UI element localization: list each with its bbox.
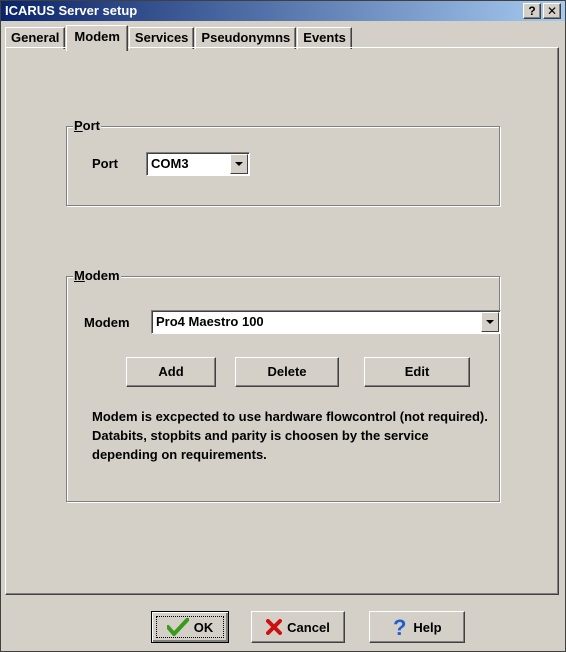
delete-modem-button[interactable]: Delete — [235, 357, 339, 387]
tab-panel: Port Port COM3 Modem Modem Pro4 Maestro … — [5, 47, 559, 595]
help-button-label: Help — [413, 619, 442, 635]
help-question-icon: ? — [392, 616, 408, 638]
port-group-legend: Port — [73, 118, 102, 134]
modem-label: Modem — [84, 315, 130, 330]
svg-text:?: ? — [393, 616, 406, 638]
cancel-button[interactable]: Cancel — [251, 611, 345, 643]
cancel-button-label: Cancel — [287, 619, 330, 635]
chevron-down-icon[interactable] — [230, 154, 248, 174]
tab-general[interactable]: General — [5, 27, 66, 49]
port-select[interactable]: COM3 — [146, 152, 250, 176]
modem-note: Modem is excpected to use hardware flowc… — [92, 409, 488, 462]
question-icon: ? — [528, 4, 536, 18]
modem-select-value: Pro4 Maestro 100 — [156, 314, 264, 329]
help-title-button[interactable]: ? — [523, 3, 541, 19]
tab-strip: General Modem Services Pseudonymns Event… — [5, 23, 353, 51]
edit-modem-button[interactable]: Edit — [364, 357, 470, 387]
title-bar[interactable]: ICARUS Server setup ? ✕ — [1, 1, 565, 21]
tab-services[interactable]: Services — [128, 27, 195, 49]
modem-group-legend: Modem — [73, 268, 121, 284]
tab-modem[interactable]: Modem — [66, 25, 128, 51]
modem-select[interactable]: Pro4 Maestro 100 — [151, 310, 501, 334]
tab-pseudonymns[interactable]: Pseudonymns — [195, 27, 297, 49]
close-title-button[interactable]: ✕ — [543, 3, 561, 19]
port-select-value: COM3 — [151, 156, 189, 171]
cancel-x-icon — [266, 619, 283, 635]
add-modem-button[interactable]: Add — [126, 357, 216, 387]
port-label: Port — [92, 156, 118, 171]
modem-group: Modem Modem Pro4 Maestro 100 Add Delete … — [66, 268, 501, 502]
window-title: ICARUS Server setup — [5, 3, 138, 18]
tab-events[interactable]: Events — [297, 27, 352, 49]
focus-rectangle — [156, 616, 224, 638]
close-icon: ✕ — [546, 4, 558, 18]
port-group: Port Port COM3 — [66, 118, 500, 206]
setup-dialog: ICARUS Server setup ? ✕ General Modem Se… — [0, 0, 566, 652]
help-button[interactable]: ? Help — [369, 611, 465, 643]
ok-button[interactable]: OK — [151, 611, 229, 643]
chevron-down-icon[interactable] — [481, 312, 499, 332]
